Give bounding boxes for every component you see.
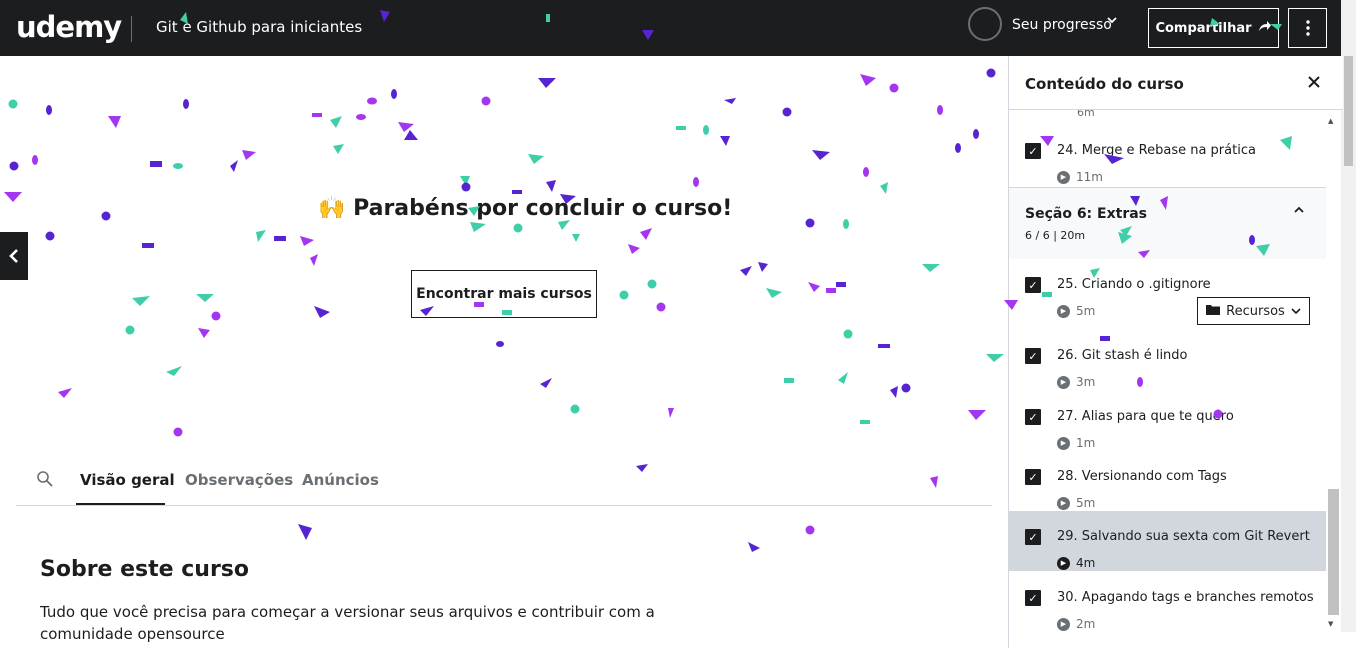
scroll-up-arrow-icon[interactable]: ▲ — [1328, 117, 1333, 125]
about-course-title: Sobre este curso — [40, 557, 250, 582]
lecture-meta: ▶ 4m — [1057, 556, 1095, 570]
play-icon: ▶ — [1057, 617, 1070, 631]
sidebar-header: Conteúdo do curso — [1009, 56, 1343, 110]
chevron-down-icon[interactable] — [1106, 14, 1118, 30]
raised-hands-icon: 🙌 — [318, 196, 346, 221]
play-icon: ▶ — [1057, 304, 1070, 318]
lecture-title: 26. Git stash é lindo — [1057, 348, 1188, 363]
course-content-sidebar: Conteúdo do curso 6m ✓ 24. Merge e Rebas… — [1008, 56, 1356, 648]
progress-ring-icon[interactable] — [968, 7, 1002, 41]
lecture-duration: 3m — [1076, 375, 1096, 389]
lecture-title: 25. Criando o .gitignore — [1057, 277, 1211, 292]
lecture-item[interactable]: ✓ 24. Merge e Rebase na prática ▶ 11m — [1009, 125, 1327, 185]
resources-label: Recursos — [1226, 303, 1285, 319]
completion-stage: 🙌 Parabéns por concluir o curso! Encontr… — [0, 56, 1008, 456]
lecture-duration: 1m — [1076, 436, 1096, 450]
share-label: Compartilhar — [1155, 20, 1252, 36]
chevron-left-icon — [9, 249, 18, 263]
vertical-dots-icon — [1305, 20, 1310, 36]
tab-notes[interactable]: Observações — [185, 471, 293, 489]
lecture-meta: ▶ 5m — [1057, 304, 1095, 318]
udemy-logo[interactable]: udemy — [16, 10, 122, 44]
chevron-up-icon[interactable] — [1293, 204, 1305, 220]
search-icon[interactable] — [36, 470, 56, 490]
lecture-duration: 4m — [1076, 556, 1096, 570]
active-tab-indicator — [76, 503, 165, 505]
congrats-heading: 🙌 Parabéns por concluir o curso! — [318, 196, 732, 221]
play-icon: ▶ — [1057, 496, 1070, 510]
header-divider — [131, 16, 132, 42]
lecture-meta: ▶ 1m — [1057, 436, 1095, 450]
resources-dropdown[interactable]: Recursos — [1197, 297, 1310, 325]
lecture-duration: 5m — [1076, 496, 1096, 510]
lecture-title: 30. Apagando tags e branches remotos — [1057, 590, 1314, 605]
page-scroll-thumb[interactable] — [1344, 56, 1353, 166]
course-tabs: Visão geral Observações Anúncios — [16, 456, 992, 506]
checked-checkbox[interactable]: ✓ — [1025, 529, 1041, 545]
checked-checkbox[interactable]: ✓ — [1025, 590, 1041, 606]
lecture-item[interactable]: ✓ 25. Criando o .gitignore ▶ 5m Recursos — [1009, 259, 1327, 330]
folder-icon — [1206, 304, 1221, 319]
lecture-title: 24. Merge e Rebase na prática — [1057, 143, 1256, 158]
sidebar-title: Conteúdo do curso — [1025, 75, 1184, 93]
share-arrow-icon — [1258, 20, 1272, 36]
play-icon: ▶ — [1057, 170, 1070, 184]
find-more-courses-button[interactable]: Encontrar mais cursos — [411, 270, 597, 318]
chevron-down-icon — [1291, 304, 1301, 319]
congrats-text: Parabéns por concluir o curso! — [353, 196, 733, 221]
current-lecture-item[interactable]: ✓ 29. Salvando sua sexta com Git Revert … — [1009, 511, 1327, 571]
previous-lecture-button[interactable] — [0, 232, 28, 280]
about-course-text: Tudo que você precisa para começar a ver… — [40, 603, 655, 643]
lecture-item[interactable]: ✓ 26. Git stash é lindo ▶ 3m — [1009, 330, 1327, 390]
checked-checkbox[interactable]: ✓ — [1025, 277, 1041, 293]
checked-checkbox[interactable]: ✓ — [1025, 469, 1041, 485]
lecture-title: 27. Alias para que te quero — [1057, 409, 1234, 424]
lecture-item[interactable]: ✓ 30. Apagando tags e branches remotos ▶… — [1009, 572, 1327, 632]
lecture-title: 28. Versionando com Tags — [1057, 469, 1227, 484]
checked-checkbox[interactable]: ✓ — [1025, 143, 1041, 159]
section-title: Seção 6: Extras — [1025, 206, 1148, 222]
checked-checkbox[interactable]: ✓ — [1025, 348, 1041, 364]
lecture-duration: 2m — [1076, 617, 1096, 631]
progress-label[interactable]: Seu progresso — [1012, 17, 1112, 33]
lecture-meta: ▶ 5m — [1057, 496, 1095, 510]
top-header: udemy Git e Github para iniciantes Seu p… — [0, 0, 1356, 56]
lecture-duration: 5m — [1076, 304, 1096, 318]
play-icon: ▶ — [1057, 375, 1070, 389]
section-meta: 6 / 6 | 20m — [1025, 229, 1086, 242]
scroll-down-arrow-icon[interactable]: ▼ — [1328, 620, 1333, 628]
lecture-duration: 11m — [1076, 170, 1103, 184]
play-icon: ▶ — [1057, 556, 1070, 570]
tab-announcements[interactable]: Anúncios — [302, 471, 379, 489]
close-icon[interactable] — [1307, 70, 1321, 94]
lecture-item[interactable]: ✓ 28. Versionando com Tags ▶ 5m — [1009, 451, 1327, 511]
course-title[interactable]: Git e Github para iniciantes — [156, 18, 362, 36]
more-options-button[interactable] — [1288, 8, 1327, 48]
tab-overview[interactable]: Visão geral — [80, 471, 175, 489]
checked-checkbox[interactable]: ✓ — [1025, 409, 1041, 425]
play-icon: ▶ — [1057, 436, 1070, 450]
lecture-item[interactable]: ✓ 27. Alias para que te quero ▶ 1m — [1009, 391, 1327, 451]
lecture-meta: ▶ 3m — [1057, 375, 1095, 389]
lecture-title: 29. Salvando sua sexta com Git Revert — [1057, 529, 1310, 544]
sidebar-scroll-thumb[interactable] — [1328, 489, 1339, 615]
share-button[interactable]: Compartilhar — [1148, 8, 1279, 48]
lecture-meta: ▶ 2m — [1057, 617, 1095, 631]
lecture-meta: ▶ 11m — [1057, 170, 1103, 184]
section-header[interactable]: Seção 6: Extras 6 / 6 | 20m — [1009, 187, 1327, 259]
